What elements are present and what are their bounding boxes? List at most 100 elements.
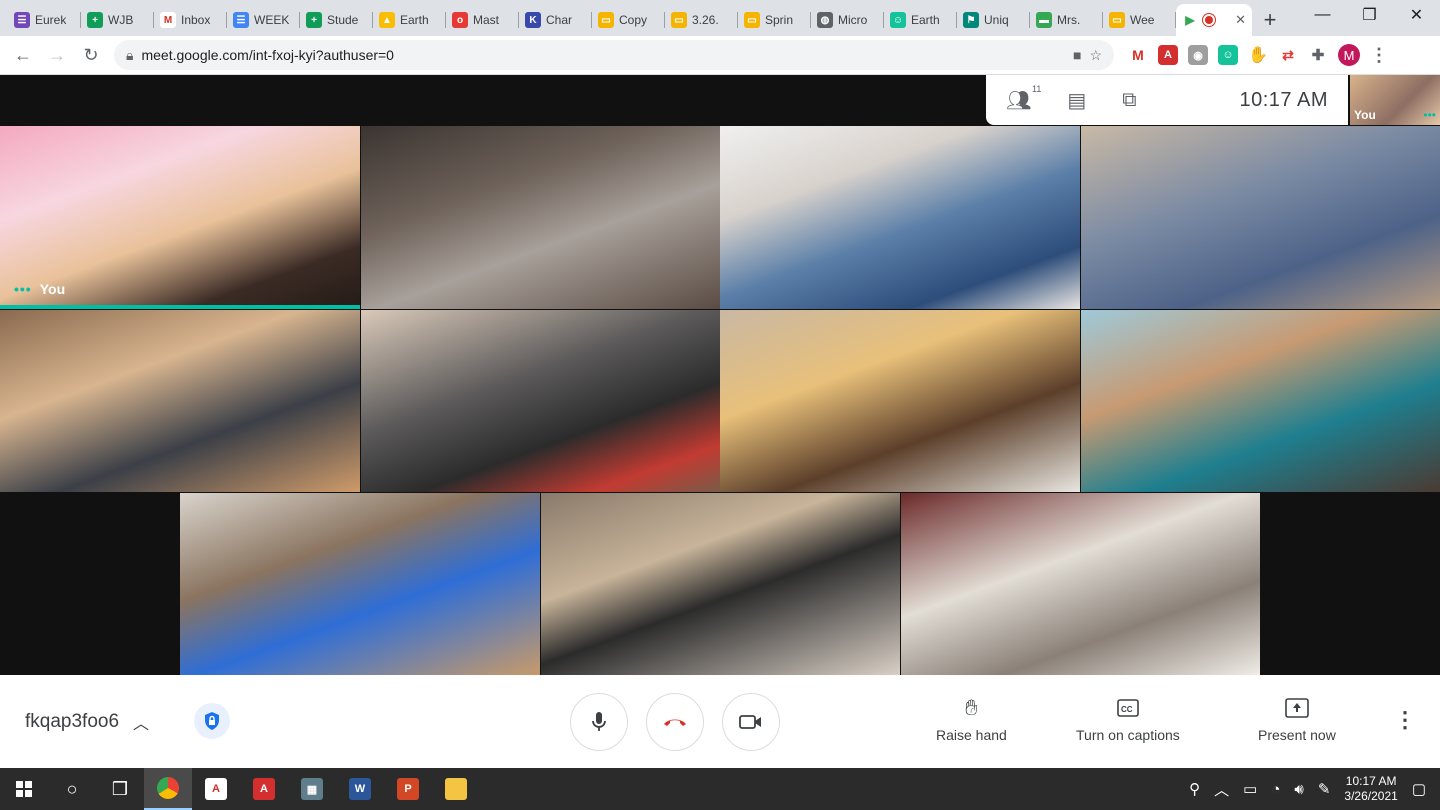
acrobat-reader-taskbar-icon[interactable]: A bbox=[240, 768, 288, 810]
close-window-button[interactable]: ✕ bbox=[1393, 0, 1440, 30]
bookmark-star-icon[interactable]: ☆ bbox=[1089, 47, 1102, 64]
self-view-thumbnail[interactable]: You ••• bbox=[1350, 75, 1440, 125]
more-options-icon[interactable]: ⋮ bbox=[1394, 709, 1416, 731]
sheets-icon: + bbox=[87, 12, 103, 28]
microphone-button[interactable] bbox=[570, 693, 628, 751]
browser-tab[interactable]: ▲ Earth bbox=[373, 4, 446, 36]
restore-button[interactable]: ❐ bbox=[1346, 0, 1393, 30]
robot-extension-icon[interactable]: ◉ bbox=[1188, 45, 1208, 65]
meet-icon: ▬ bbox=[1036, 12, 1052, 28]
grammarly-icon: ☺ bbox=[890, 12, 906, 28]
mastery-icon: o bbox=[452, 12, 468, 28]
participants-icon[interactable]: 👥︎ 11 bbox=[1006, 84, 1041, 113]
captions-button[interactable]: CC Turn on captions bbox=[1076, 695, 1180, 743]
powerpoint-taskbar-icon[interactable]: P bbox=[384, 768, 432, 810]
gmail-extension-icon[interactable]: M bbox=[1128, 45, 1148, 65]
browser-tab[interactable]: + Stude bbox=[300, 4, 373, 36]
browser-tab[interactable]: ▭ 3.26. bbox=[665, 4, 738, 36]
tab-title: Uniq bbox=[984, 13, 1009, 27]
k-icon: K bbox=[525, 12, 541, 28]
leave-call-button[interactable] bbox=[646, 693, 704, 751]
chevron-up-tray-icon[interactable]: ︿ bbox=[1214, 779, 1229, 800]
participant-video-tile[interactable] bbox=[720, 126, 1080, 309]
raise-hand-button[interactable]: ✋︎ Raise hand bbox=[936, 695, 1007, 743]
participant-video-tile[interactable] bbox=[901, 493, 1260, 675]
participant-video-tile[interactable] bbox=[720, 310, 1080, 492]
acrobat-taskbar-icon[interactable]: A bbox=[192, 768, 240, 810]
word-taskbar-icon[interactable]: W bbox=[336, 768, 384, 810]
browser-menu-icon[interactable]: ⋮ bbox=[1370, 45, 1388, 66]
browser-tab[interactable]: ⚑ Uniq bbox=[957, 4, 1030, 36]
browser-tab[interactable]: ☰ WEEK bbox=[227, 4, 300, 36]
people-icon[interactable]: ⚲ bbox=[1189, 780, 1200, 798]
participant-video-tile[interactable] bbox=[180, 493, 540, 675]
hand-extension-icon[interactable]: ✋ bbox=[1248, 45, 1268, 65]
browser-tab[interactable]: o Mast bbox=[446, 4, 519, 36]
activities-icon[interactable]: ⧉ bbox=[1122, 89, 1136, 112]
acrobat-extension-icon[interactable]: A bbox=[1158, 45, 1178, 65]
drive-icon: ▲ bbox=[379, 12, 395, 28]
minimize-button[interactable]: — bbox=[1299, 0, 1346, 30]
tab-title: Micro bbox=[838, 13, 868, 27]
forward-button[interactable]: → bbox=[40, 38, 74, 72]
new-tab-button[interactable]: + bbox=[1252, 4, 1288, 36]
back-button[interactable]: ← bbox=[6, 38, 40, 72]
file-explorer-taskbar-icon[interactable] bbox=[432, 768, 480, 810]
audio-indicator-icon: ••• bbox=[1423, 108, 1436, 122]
browser-tab[interactable]: ▭ Sprin bbox=[738, 4, 811, 36]
camera-icon[interactable]: ■ bbox=[1073, 47, 1081, 63]
globe-icon: ◍ bbox=[817, 12, 833, 28]
flag-icon: ⚑ bbox=[963, 12, 979, 28]
chrome-taskbar-icon[interactable] bbox=[144, 768, 192, 810]
share-extension-icon[interactable]: ⇄ bbox=[1278, 45, 1298, 65]
browser-tab[interactable]: ◍ Micro bbox=[811, 4, 884, 36]
task-view-icon[interactable]: ❒ bbox=[96, 768, 144, 810]
slides-icon: ▭ bbox=[598, 12, 614, 28]
browser-tab[interactable]: M Inbox bbox=[154, 4, 227, 36]
tab-title: 3.26. bbox=[692, 13, 719, 27]
puzzle-extensions-icon[interactable]: ✚ bbox=[1308, 45, 1328, 65]
profile-avatar[interactable]: M bbox=[1338, 44, 1360, 66]
battery-icon[interactable]: ▭ bbox=[1243, 780, 1257, 798]
browser-tab[interactable]: ▭ Copy bbox=[592, 4, 665, 36]
participant-video-tile[interactable] bbox=[1081, 310, 1440, 492]
grammarly-extension-icon[interactable]: ☺ bbox=[1218, 45, 1238, 65]
participant-video-tile[interactable] bbox=[0, 310, 360, 492]
wifi-icon[interactable]: ◔ bbox=[1271, 781, 1280, 798]
present-now-label: Present now bbox=[1258, 727, 1336, 743]
reload-button[interactable]: ↻ bbox=[74, 38, 108, 72]
browser-tab[interactable]: ☺ Earth bbox=[884, 4, 957, 36]
search-circle-icon[interactable]: ○ bbox=[48, 768, 96, 810]
gmail-icon: M bbox=[160, 12, 176, 28]
tab-title: Earth bbox=[911, 13, 940, 27]
notifications-icon[interactable]: ▢ bbox=[1412, 780, 1426, 798]
participant-video-tile[interactable] bbox=[361, 310, 720, 492]
meeting-details-toggle[interactable]: fkqap3foo6 ︿ bbox=[25, 710, 149, 734]
tab-title: Mrs. bbox=[1057, 13, 1081, 27]
browser-tab[interactable]: ▭ Wee bbox=[1103, 4, 1176, 36]
host-controls-button[interactable] bbox=[194, 703, 230, 739]
browser-tab[interactable]: ▬ Mrs. bbox=[1030, 4, 1103, 36]
hand-icon: ✋︎ bbox=[965, 695, 978, 720]
media-taskbar-icon[interactable]: ▦ bbox=[288, 768, 336, 810]
browser-tab[interactable]: + WJB bbox=[81, 4, 154, 36]
participant-video-tile[interactable] bbox=[541, 493, 900, 675]
tab-google-meet-active[interactable]: ▶ ✕ bbox=[1176, 4, 1252, 36]
tab-title: WJB bbox=[108, 13, 134, 27]
present-now-button[interactable]: Present now bbox=[1258, 695, 1336, 743]
taskbar-clock[interactable]: 10:17 AM 3/26/2021 bbox=[1344, 774, 1397, 804]
meeting-clock: 10:17 AM bbox=[1239, 88, 1328, 111]
address-bar[interactable]: 🔒︎ meet.google.com/int-fxoj-kyi?authuser… bbox=[114, 40, 1114, 70]
participant-video-tile[interactable]: ••• You bbox=[0, 126, 360, 309]
participant-video-tile[interactable] bbox=[1081, 126, 1440, 309]
browser-tab[interactable]: K Char bbox=[519, 4, 592, 36]
pen-icon[interactable]: ✎ bbox=[1318, 780, 1331, 798]
camera-button[interactable] bbox=[722, 693, 780, 751]
close-tab-icon[interactable]: ✕ bbox=[1235, 12, 1246, 28]
chat-icon[interactable]: ▤ bbox=[1067, 88, 1086, 113]
browser-tab[interactable]: ☰ Eurek bbox=[8, 4, 81, 36]
windows-start-icon[interactable] bbox=[0, 768, 48, 810]
tab-title: Char bbox=[546, 13, 573, 27]
volume-icon[interactable]: 🔊︎ bbox=[1294, 781, 1303, 798]
participant-video-tile[interactable] bbox=[361, 126, 720, 309]
